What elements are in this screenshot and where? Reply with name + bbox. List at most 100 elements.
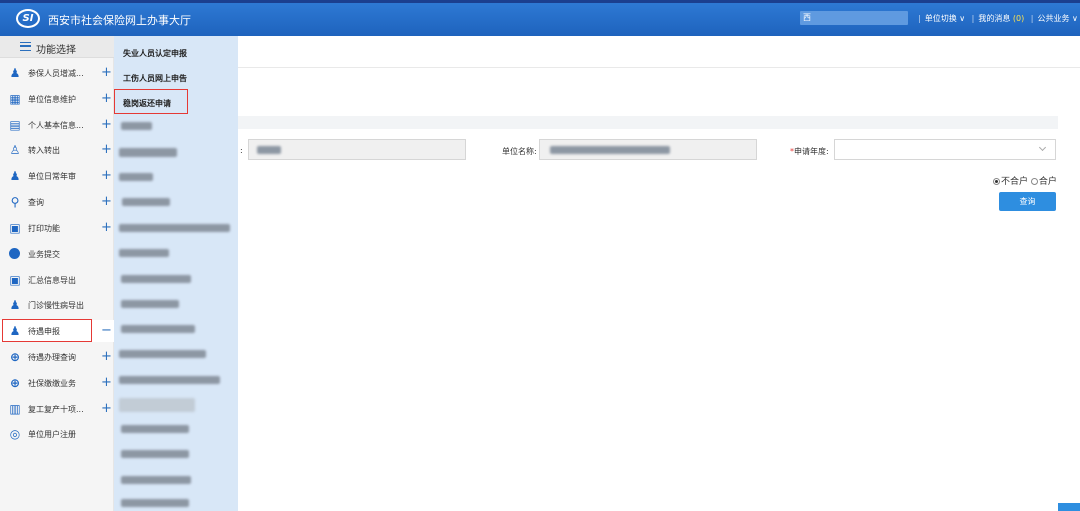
redacted-menu-item[interactable] [119,398,195,412]
message-count-badge: (0) [1012,14,1025,23]
redacted-menu-item[interactable] [122,198,170,206]
sidebar-item-summary-export[interactable]: ▣ 汇总信息导出 [0,269,114,291]
check-circle-icon [9,248,20,259]
top-header: SI 西安市社会保险网上办事大厅 西 | 单位切换 ∨ | 我的消息 (0) | 公共… [0,0,1080,36]
query-button[interactable]: 查询 [999,192,1056,211]
expand-icon[interactable]: + [101,194,112,209]
redacted-menu-item[interactable] [119,173,153,181]
redacted-menu-item[interactable] [121,476,191,484]
sidebar-item-label: 业务提交 [28,250,60,259]
person-card-icon: ▤ [9,118,21,132]
expand-icon[interactable]: + [101,65,112,80]
user-name: 西 [803,13,811,22]
radio-not-merge[interactable] [993,178,1000,185]
year-select[interactable] [834,139,1056,160]
sidebar-item-label: 待遇办理查询 [28,353,76,362]
menu-icon[interactable] [20,42,31,51]
sidebar: 功能选择 ♟ 参保人员增减... + ▦ 单位信息维护 + ▤ 个人基本信息..… [0,36,114,511]
sidebar-item-query[interactable]: ⚲ 查询 + [0,191,114,213]
redacted-menu-item[interactable] [121,325,195,333]
function-select-label: 功能选择 [36,45,76,56]
printer-icon: ▣ [9,273,21,287]
search-icon: ⚲ [10,195,20,209]
tab-bar [238,36,1080,68]
year-label: *申请年度: [790,146,829,157]
unit-name-field[interactable] [539,139,757,160]
expand-icon[interactable]: + [101,91,112,106]
expand-icon[interactable]: + [101,349,112,364]
person-add-icon: ♙ [9,143,21,157]
person-icon: ♟ [9,298,21,312]
header-top-line [0,0,1080,3]
expand-icon[interactable]: + [101,375,112,390]
redacted-value [550,146,670,154]
sidebar-item-chronic-export[interactable]: ♟ 门诊慢性病导出 [0,294,114,316]
sidebar-item-label: 单位用户注册 [28,430,76,439]
unit-switch-link[interactable]: 单位切换 [925,14,957,23]
redacted-menu-item[interactable] [119,224,230,232]
redacted-menu-item[interactable] [119,148,177,157]
sidebar-item-label: 复工复产十项... [28,405,84,414]
expand-icon[interactable]: + [101,401,112,416]
messages-link[interactable]: 我的消息 [978,14,1010,23]
person-icon: ♟ [9,66,21,80]
people-icon: ♟ [9,169,21,183]
search-circle-icon: ⊕ [9,350,21,364]
section-header-bar [238,116,1058,129]
logo-icon: ◎ [9,427,21,441]
chevron-down-icon[interactable]: ∨ [959,14,965,23]
sidebar-item-print[interactable]: ▣ 打印功能 + [0,217,114,239]
redacted-menu-item[interactable] [121,450,189,458]
sidebar-item-label: 门诊慢性病导出 [28,301,84,310]
expand-icon[interactable]: + [101,220,112,235]
sidebar-item-label: 参保人员增减... [28,69,84,78]
header-links: | 单位切换 ∨ | 我的消息 (0) | 公共业务 ∨ [918,14,1078,23]
redacted-menu-item[interactable] [121,122,152,130]
search-circle-icon: ⊕ [9,376,21,390]
field-label: : [240,146,243,155]
submenu-item-injury[interactable]: 工伤人员网上申告 [123,73,187,84]
redacted-menu-item[interactable] [121,300,179,308]
app-title: 西安市社会保险网上办事大厅 [48,14,191,27]
expand-icon[interactable]: + [101,117,112,132]
function-select-toggle[interactable]: 功能选择 [0,36,114,58]
merge-radio-group: 不合户 合户 [993,174,1057,187]
user-info-box: 西 [800,11,908,25]
sidebar-item-annual-review[interactable]: ♟ 单位日常年审 + [0,165,114,187]
sidebar-item-resume-work[interactable]: ▥ 复工复产十项... + [0,398,114,420]
sidebar-item-insured-change[interactable]: ♟ 参保人员增减... + [0,62,114,84]
expand-icon[interactable]: + [101,168,112,183]
sidebar-item-label: 转入转出 [28,146,60,155]
unit-name-label: 单位名称: [502,147,537,156]
redacted-menu-item[interactable] [121,275,191,283]
radio-merge[interactable] [1030,178,1038,185]
sidebar-item-label: 单位日常年审 [28,172,76,181]
si-logo: SI [16,9,40,28]
sidebar-item-payment[interactable]: ⊕ 社保缴缴业务 + [0,372,114,394]
redacted-menu-item[interactable] [121,499,189,507]
printer-icon: ▣ [9,221,21,235]
sidebar-item-transfer[interactable]: ♙ 转入转出 + [0,139,114,161]
radio-not-merge-label: 不合户 [1001,177,1029,187]
redacted-menu-item[interactable] [119,376,220,384]
sidebar-item-label: 社保缴缴业务 [28,379,76,388]
highlight-box [114,89,188,114]
expand-icon[interactable]: + [101,142,112,157]
sidebar-item-label: 查询 [28,198,44,207]
submenu-item-unemployment[interactable]: 失业人员认定申报 [123,48,187,59]
collapse-icon[interactable]: − [101,323,112,338]
redacted-menu-item[interactable] [119,350,206,358]
highlight-box [2,319,92,342]
chevron-down-icon[interactable] [1038,143,1047,152]
public-business-link[interactable]: 公共业务 [1038,14,1070,23]
unit-code-field[interactable] [248,139,466,160]
redacted-menu-item[interactable] [121,425,189,433]
corner-button[interactable] [1058,503,1080,511]
sidebar-item-personal-info[interactable]: ▤ 个人基本信息... + [0,114,114,136]
sidebar-item-benefit-query[interactable]: ⊕ 待遇办理查询 + [0,346,114,368]
redacted-menu-item[interactable] [119,249,169,257]
sidebar-item-user-register[interactable]: ◎ 单位用户注册 [0,423,114,445]
sidebar-item-unit-info[interactable]: ▦ 单位信息维护 + [0,88,114,110]
sidebar-item-submit[interactable]: 业务提交 [0,243,114,265]
chevron-down-icon[interactable]: ∨ [1072,14,1078,23]
